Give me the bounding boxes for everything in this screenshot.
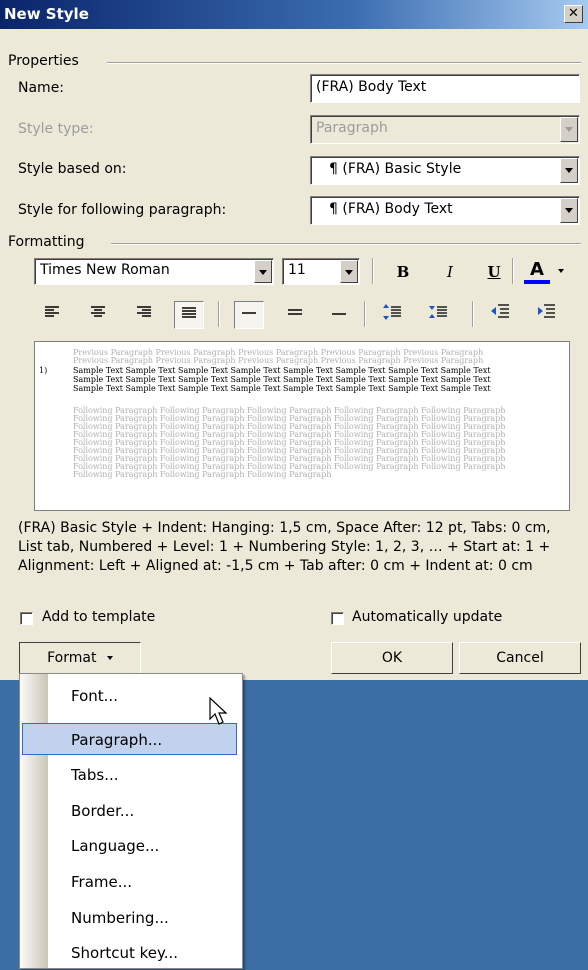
menu-item-border[interactable]: Border... [21,794,241,828]
align-center-icon[interactable] [86,303,110,325]
ok-button[interactable]: OK [331,642,453,674]
dialog-title: New Style [4,5,89,23]
justify-icon[interactable] [174,301,204,329]
double-spacing-icon[interactable] [327,303,351,325]
style-description: (FRA) Basic Style + Indent: Hanging: 1,5… [18,520,551,574]
italic-button[interactable]: I [438,261,462,283]
bold-button[interactable]: B [391,261,415,283]
preview-number: 1) [39,366,48,375]
font-color-dropdown-icon[interactable] [558,269,564,273]
underline-button[interactable]: U [482,261,506,283]
preview-sample-text: Sample Text Sample Text Sample Text Samp… [73,366,491,375]
name-label: Name: [18,80,65,96]
style-type-label: Style type: [18,121,94,137]
format-button[interactable]: Format [19,642,141,674]
toolbar-separator [372,258,374,284]
increase-spacing-icon[interactable] [380,303,404,325]
based-on-select[interactable]: ¶ (FRA) Basic Style [310,156,580,185]
menu-item-font[interactable]: Font... [21,679,241,713]
auto-update-label[interactable]: Automatically update [352,609,502,625]
chevron-down-icon [560,117,578,142]
decrease-spacing-icon[interactable] [426,303,450,325]
align-left-icon[interactable] [40,303,64,325]
add-to-template-label[interactable]: Add to template [42,609,155,625]
toolbar-separator [472,301,474,327]
following-paragraph-label: Style for following paragraph: [18,202,227,218]
name-input[interactable]: (FRA) Body Text [310,74,580,103]
menu-item-tabs[interactable]: Tabs... [21,758,241,792]
following-paragraph-select[interactable]: ¶ (FRA) Body Text [310,196,580,225]
menu-item-paragraph[interactable]: Paragraph... [22,723,237,755]
chevron-down-icon[interactable] [254,260,272,283]
preview-previous-paragraph: Previous Paragraph Previous Paragraph Pr… [73,356,484,365]
font-size-select[interactable]: 11 [282,258,360,285]
menu-item-shortcut-key[interactable]: Shortcut key... [21,936,241,970]
properties-group-label: Properties [8,53,79,69]
mouse-pointer-icon [209,697,228,725]
formatting-divider [111,243,581,245]
increase-indent-icon[interactable] [534,303,558,325]
chevron-down-icon [106,656,113,660]
toolbar-separator [512,258,514,284]
menu-item-numbering[interactable]: Numbering... [21,901,241,935]
chevron-down-icon[interactable] [340,260,358,283]
style-type-select: Paragraph [310,115,580,144]
style-preview: Previous Paragraph Previous Paragraph Pr… [34,341,570,511]
menu-item-frame[interactable]: Frame... [21,865,241,899]
preview-sample-text: Sample Text Sample Text Sample Text Samp… [73,384,491,393]
font-name-select[interactable]: Times New Roman [34,258,274,285]
formatting-group-label: Formatting [8,234,85,250]
cancel-button[interactable]: Cancel [459,642,581,674]
auto-update-checkbox[interactable] [331,612,344,625]
menu-item-language[interactable]: Language... [21,829,241,863]
one-half-spacing-icon[interactable] [283,303,307,325]
font-color-button[interactable]: A [524,258,550,284]
chevron-down-icon[interactable] [560,158,578,183]
title-bar: New Style ✕ [0,0,588,29]
decrease-indent-icon[interactable] [488,303,512,325]
new-style-dialog: New Style ✕ Properties Name: (FRA) Body … [0,0,588,680]
add-to-template-checkbox[interactable] [20,612,33,625]
chevron-down-icon[interactable] [560,198,578,223]
based-on-label: Style based on: [18,161,127,177]
preview-following-paragraph: Following Paragraph Following Paragraph … [73,470,332,479]
single-spacing-icon[interactable] [234,301,264,329]
format-button-label: Format [47,650,97,666]
toolbar-separator [218,301,220,327]
toolbar-separator [364,301,366,327]
align-right-icon[interactable] [132,303,156,325]
preview-sample-text: Sample Text Sample Text Sample Text Samp… [73,375,491,384]
properties-divider [107,62,581,64]
close-icon[interactable]: ✕ [564,5,583,23]
